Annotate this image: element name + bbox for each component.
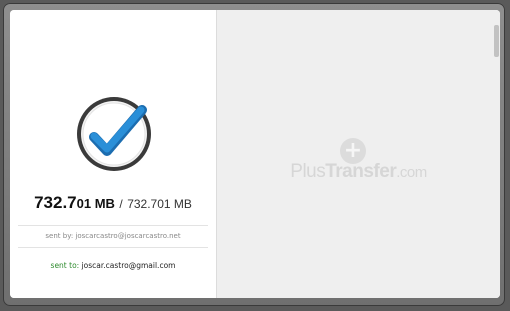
sent-to-email: joscar.castro@gmail.com <box>81 261 176 270</box>
brand-logo: PlusTransfer.com <box>290 161 427 182</box>
transfer-panel: 732.701 MB / 732.701 MB sent by: joscarc… <box>10 10 500 298</box>
sent-to-line: sent to: joscar.castro@gmail.com <box>10 261 216 270</box>
scrollbar[interactable] <box>492 10 500 298</box>
divider <box>18 247 208 248</box>
size-total: 732.701 MB <box>127 197 192 211</box>
transfer-status-pane: 732.701 MB / 732.701 MB sent by: joscarc… <box>10 10 217 298</box>
divider <box>18 225 208 226</box>
size-separator: / <box>119 197 123 211</box>
sent-to-label: sent to: <box>50 261 80 270</box>
sent-by-label: sent by: <box>45 232 74 240</box>
brand-pane: + PlusTransfer.com <box>217 10 500 298</box>
size-transferred: 732.701 MB <box>34 193 115 212</box>
app-window: 732.701 MB / 732.701 MB sent by: joscarc… <box>3 3 505 306</box>
checkmark-icon <box>77 97 151 171</box>
scrollbar-thumb[interactable] <box>494 25 499 57</box>
sent-by-line: sent by: joscarcastro@joscarcastro.net <box>10 232 216 240</box>
sent-by-email: joscarcastro@joscarcastro.net <box>75 232 181 240</box>
transfer-size: 732.701 MB / 732.701 MB <box>10 193 216 213</box>
